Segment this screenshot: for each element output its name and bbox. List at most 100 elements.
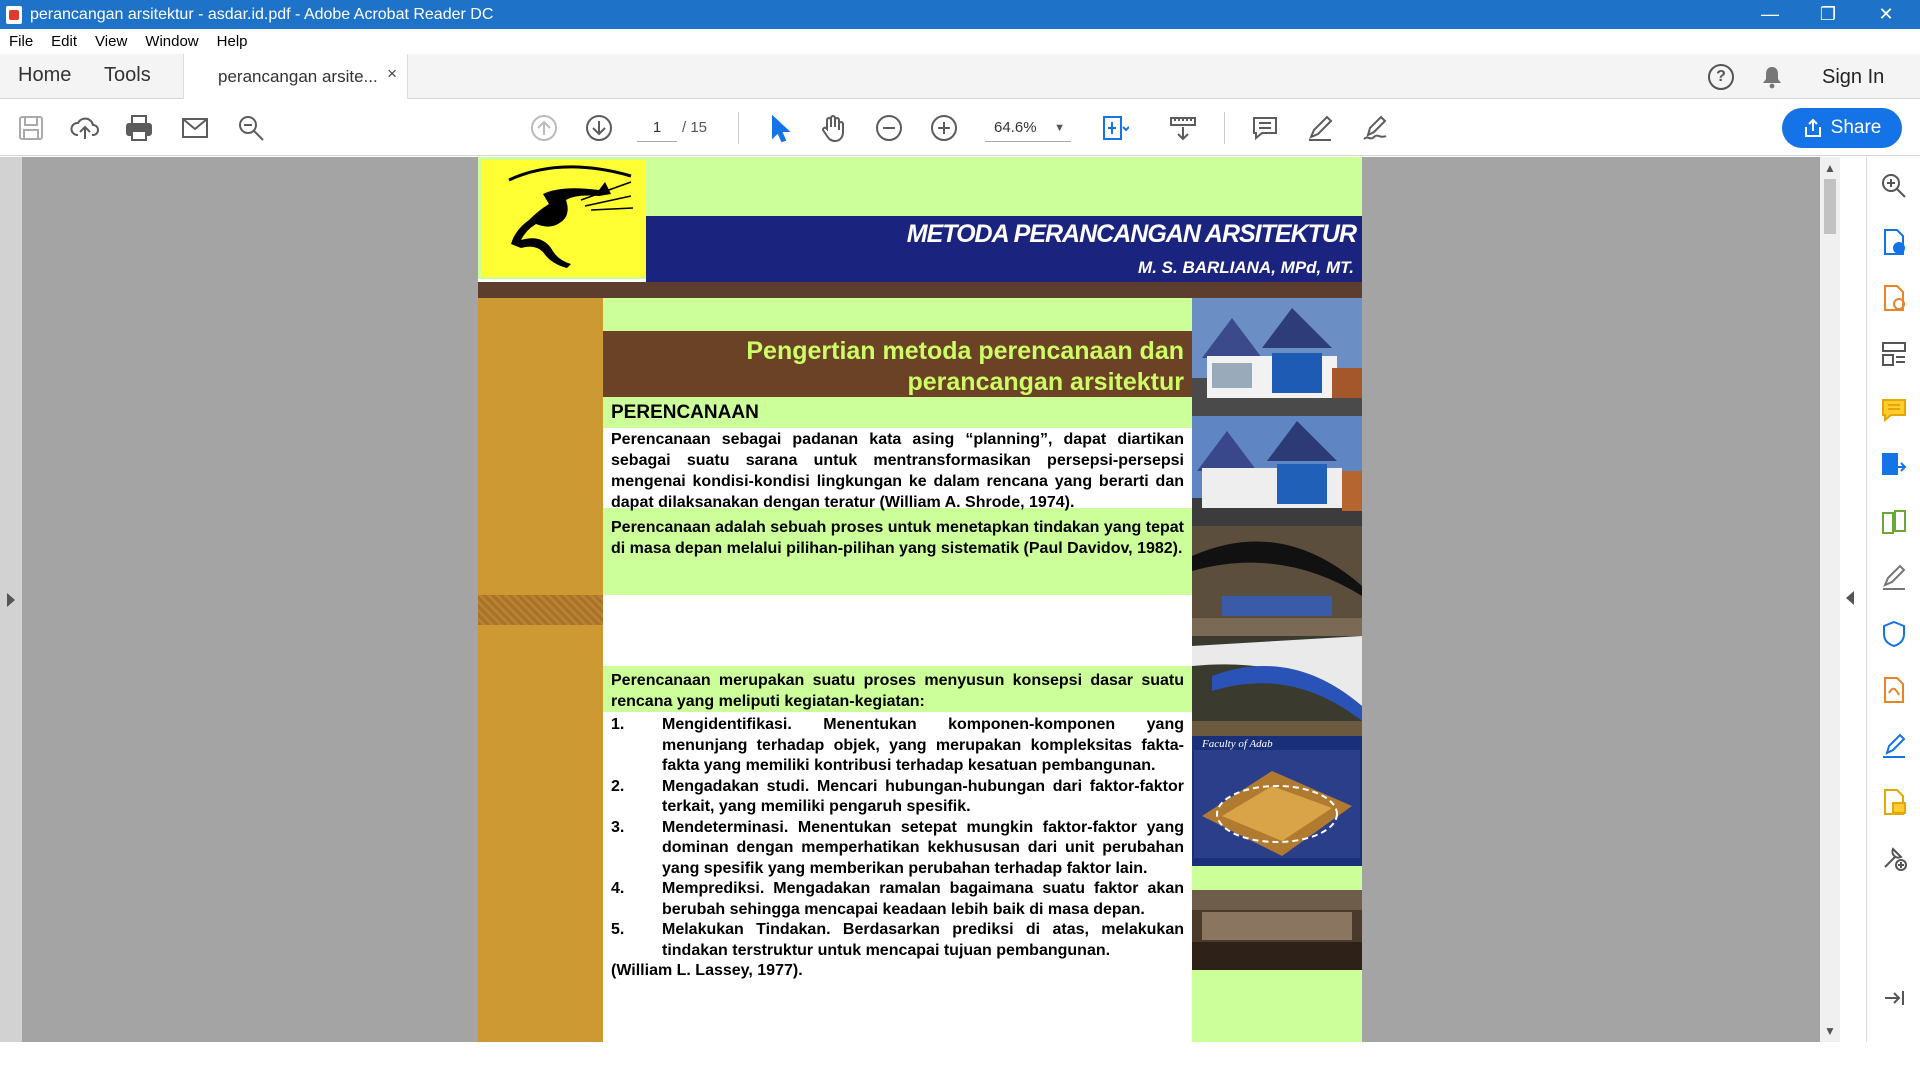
vertical-scrollbar[interactable]: ▲ ▼: [1820, 157, 1840, 1042]
pdf-document-icon[interactable]: [1879, 675, 1909, 705]
protect-shield-icon[interactable]: [1879, 619, 1909, 649]
menu-edit[interactable]: Edit: [51, 33, 77, 50]
previous-page-icon[interactable]: [527, 111, 561, 145]
tab-home[interactable]: Home: [18, 64, 71, 87]
modern-building-photo: [1192, 526, 1362, 636]
search-icon[interactable]: [234, 111, 268, 145]
modern-building-photo: [1192, 636, 1362, 736]
divider: [478, 282, 1362, 298]
fill-sign-icon[interactable]: [1879, 563, 1909, 593]
hand-tool-icon[interactable]: [816, 111, 850, 145]
comment-icon[interactable]: [1248, 111, 1282, 145]
share-button[interactable]: Share: [1782, 108, 1902, 148]
expand-left-icon: [7, 593, 15, 607]
menu-help[interactable]: Help: [217, 33, 248, 50]
minimize-button[interactable]: —: [1742, 0, 1798, 29]
menu-bar: File Edit View Window Help: [0, 29, 1920, 54]
page-number-input[interactable]: 1: [637, 114, 677, 142]
list-item: 3. Mendeterminasi. Menentukan setepat mun…: [611, 818, 1184, 880]
highlight-pen-icon[interactable]: [1303, 111, 1337, 145]
title-banner: METODA PERANCANGAN ARSITEKTUR M. S. BARL…: [646, 216, 1362, 282]
tab-bar: Home Tools perancangan arsite... × ? Sig…: [0, 54, 1920, 99]
close-tab-icon[interactable]: ×: [387, 64, 397, 84]
scroll-up-icon[interactable]: ▲: [1824, 161, 1836, 175]
export-pdf-icon[interactable]: [1879, 451, 1909, 481]
sign-icon[interactable]: [1358, 111, 1392, 145]
document-viewport[interactable]: METODA PERANCANGAN ARSITEKTUR M. S. BARL…: [0, 157, 1820, 1042]
paragraph-3: Perencanaan merupakan suatu proses menyu…: [603, 666, 1192, 712]
toolbar-divider: [738, 112, 739, 144]
send-review-icon[interactable]: [1879, 787, 1909, 817]
print-icon[interactable]: [122, 111, 156, 145]
upload-cloud-icon[interactable]: [68, 111, 102, 145]
section-title-line-2: perancangan arsitektur: [907, 368, 1185, 396]
left-panel-toggle[interactable]: [0, 157, 22, 1042]
menu-window[interactable]: Window: [145, 33, 198, 50]
more-tools-icon[interactable]: [1879, 843, 1909, 873]
scroll-down-icon[interactable]: ▼: [1824, 1024, 1836, 1038]
photo-gap: [1192, 866, 1362, 890]
list-number: 1.: [611, 716, 625, 733]
building-photo: [1192, 416, 1362, 526]
photo-caption: Faculty of Adab: [1201, 738, 1273, 750]
blank-band: [603, 595, 1192, 666]
gold-pattern: [478, 595, 603, 625]
next-page-icon[interactable]: [582, 111, 616, 145]
section-title-band: Pengertian metoda perencanaan dan peranc…: [603, 331, 1192, 397]
organize-pages-icon[interactable]: [1879, 339, 1909, 369]
building-photo: [1192, 298, 1362, 416]
banner-title: METODA PERANCANGAN ARSITEKTUR: [906, 220, 1357, 248]
list-number: 4.: [611, 880, 625, 897]
acrobat-app-icon: [6, 5, 22, 24]
tab-tools[interactable]: Tools: [104, 64, 151, 87]
request-signature-icon[interactable]: [1879, 731, 1909, 761]
comment-tool-icon[interactable]: [1879, 395, 1909, 425]
list-text: Mengidentifikasi. Menentukan komponen-ko…: [662, 716, 1184, 774]
section-title-line-1: Pengertian metoda perencanaan dan: [746, 337, 1184, 365]
share-label: Share: [1830, 117, 1882, 138]
chevron-down-icon: ▼: [1054, 122, 1065, 134]
page-total: / 15: [682, 119, 708, 136]
restore-button[interactable]: ❐: [1800, 0, 1856, 29]
list-text: Melakukan Tindakan. Berdasarkan prediksi…: [662, 921, 1184, 959]
sign-in-link[interactable]: Sign In: [1822, 66, 1884, 89]
compare-files-icon[interactable]: [1879, 507, 1909, 537]
collapse-panel-icon[interactable]: [1846, 591, 1854, 605]
zoom-search-icon[interactable]: [1879, 171, 1909, 201]
scroll-mode-icon[interactable]: [1166, 111, 1200, 145]
close-window-button[interactable]: ✕: [1858, 0, 1914, 29]
scrollbar-thumb[interactable]: [1824, 179, 1836, 234]
bell-icon[interactable]: [1761, 65, 1783, 89]
edit-pdf-icon[interactable]: [1879, 283, 1909, 313]
title-bar: perancangan arsitektur - asdar.id.pdf - …: [0, 0, 1920, 29]
gold-sidebar: [478, 298, 603, 1042]
fit-page-icon[interactable]: [1097, 111, 1131, 145]
list-item: 4. Memprediksi. Mengadakan ramalan bagaim…: [611, 879, 1184, 920]
window-title: perancangan arsitektur - asdar.id.pdf - …: [30, 5, 494, 23]
help-icon[interactable]: ?: [1708, 64, 1734, 90]
menu-file[interactable]: File: [9, 33, 33, 50]
expand-panel-icon[interactable]: [1879, 983, 1909, 1013]
photo-column: Faculty of Adab: [1192, 298, 1362, 1042]
zoom-value: 64.6%: [994, 119, 1037, 136]
list-text: Memprediksi. Mengadakan ramalan bagaiman…: [662, 880, 1184, 918]
list-item: 2. Mengadakan studi. Mencari hubungan-hub…: [611, 777, 1184, 818]
zoom-select[interactable]: 64.6% ▼: [985, 114, 1071, 142]
zoom-in-icon[interactable]: [927, 111, 961, 145]
tab-document[interactable]: perancangan arsite... ×: [183, 54, 408, 99]
list-text: Mendeterminasi. Menentukan setepat mungk…: [662, 818, 1184, 877]
select-cursor-icon[interactable]: [762, 111, 796, 145]
list-number: 5.: [611, 921, 625, 938]
menu-view[interactable]: View: [95, 33, 127, 50]
list-item: 1. Mengidentifikasi. Menentukan komponen-…: [611, 715, 1184, 777]
list-number: 3.: [611, 818, 625, 836]
page-content: Pengertian metoda perencanaan dan peranc…: [603, 298, 1192, 1042]
list-text: Mengadakan studi. Mencari hubungan-hubun…: [662, 777, 1184, 816]
zoom-out-icon[interactable]: [872, 111, 906, 145]
create-pdf-icon[interactable]: [1879, 227, 1909, 257]
building-night-photo: [1192, 890, 1362, 970]
section-title: Pengertian metoda perencanaan dan peranc…: [746, 336, 1184, 398]
email-icon[interactable]: [178, 111, 212, 145]
save-icon[interactable]: [14, 111, 48, 145]
tab-document-label: perancangan arsite...: [218, 66, 378, 86]
